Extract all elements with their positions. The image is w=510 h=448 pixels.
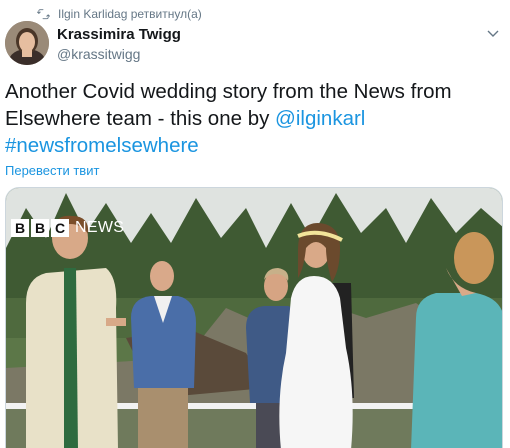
bbc-news-logo: B B C NEWS xyxy=(11,217,124,239)
retweet-label: Ilgin Karlidag ретвитнул(а) xyxy=(58,7,202,21)
display-name[interactable]: Krassimira Twigg xyxy=(57,26,181,44)
retweet-icon xyxy=(36,9,50,20)
hashtag-link[interactable]: #newsfromelsewhere xyxy=(5,134,199,157)
tweet-text: Another Covid wedding story from the New… xyxy=(5,78,503,159)
tweet-body: Another Covid wedding story from the New… xyxy=(5,80,452,130)
translate-link[interactable]: Перевести твит xyxy=(5,163,99,178)
bbc-news-label: NEWS xyxy=(75,219,125,236)
handle[interactable]: @krassitwigg xyxy=(57,45,181,63)
avatar[interactable] xyxy=(5,21,49,65)
bbc-letter-b2: B xyxy=(31,219,49,237)
retweet-context[interactable]: Ilgin Karlidag ретвитнул(а) xyxy=(36,5,202,23)
chevron-down-icon[interactable] xyxy=(486,26,500,40)
author-info[interactable]: Krassimira Twigg @krassitwigg xyxy=(57,26,181,63)
bbc-letter-b1: B xyxy=(11,219,29,237)
bbc-letter-c: C xyxy=(51,219,69,237)
mention-link[interactable]: @ilginkarl xyxy=(275,107,365,130)
